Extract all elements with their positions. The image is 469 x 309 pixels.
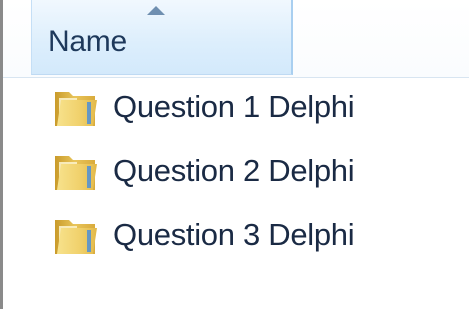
file-name[interactable]: Question 3 Delphi [113,216,355,254]
list-item[interactable]: Question 3 Delphi [3,206,469,266]
sort-ascending-arrow-icon [147,6,165,15]
file-name[interactable]: Question 2 Delphi [113,152,355,190]
folder-icon [55,220,97,254]
column-header-bar: Name [3,0,469,78]
explorer-file-list: Name Question 1 Delphi Question 2 Delphi… [0,0,469,309]
folder-icon [55,92,97,126]
file-name[interactable]: Question 1 Delphi [113,88,355,126]
folder-icon [55,156,97,190]
name-column-header[interactable]: Name [31,0,293,75]
name-column-label: Name [48,25,127,58]
list-item[interactable]: Question 1 Delphi [3,78,469,138]
list-item[interactable]: Question 2 Delphi [3,142,469,202]
